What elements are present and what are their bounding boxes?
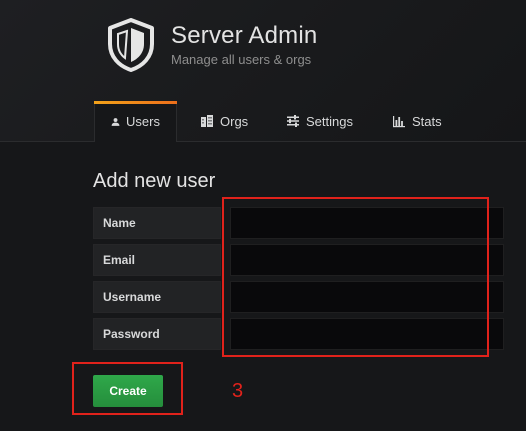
page-title: Server Admin (171, 22, 318, 49)
server-admin-page: Server Admin Manage all users & orgs Use… (0, 0, 526, 431)
tab-settings[interactable]: Settings (286, 101, 353, 141)
tab-settings-label: Settings (306, 113, 353, 129)
building-icon (201, 115, 213, 127)
annotation-number: 3 (232, 380, 244, 402)
username-label: Username (93, 281, 221, 313)
email-input[interactable] (230, 244, 504, 276)
tab-orgs-label: Orgs (220, 113, 249, 129)
create-button[interactable]: Create (93, 375, 163, 407)
name-label: Name (93, 207, 221, 239)
page-header: Server Admin Manage all users & orgs Use… (0, 0, 526, 142)
password-label: Password (93, 318, 221, 350)
tab-stats[interactable]: Stats (392, 101, 442, 141)
page-subtitle: Manage all users & orgs (171, 52, 312, 67)
username-input[interactable] (230, 281, 504, 313)
tab-orgs[interactable]: Orgs (200, 101, 248, 141)
email-label: Email (93, 244, 221, 276)
shield-icon (108, 18, 154, 72)
password-input[interactable] (230, 318, 504, 350)
tab-bar: Users Orgs Settings Stats (0, 101, 526, 142)
bar-chart-icon (393, 116, 405, 128)
tab-stats-label: Stats (412, 113, 442, 129)
user-icon (111, 117, 120, 126)
tab-users[interactable]: Users (94, 101, 177, 142)
sliders-icon (287, 115, 299, 127)
form-title: Add new user (93, 170, 216, 192)
name-input[interactable] (230, 207, 504, 239)
tab-users-label: Users (126, 114, 160, 129)
